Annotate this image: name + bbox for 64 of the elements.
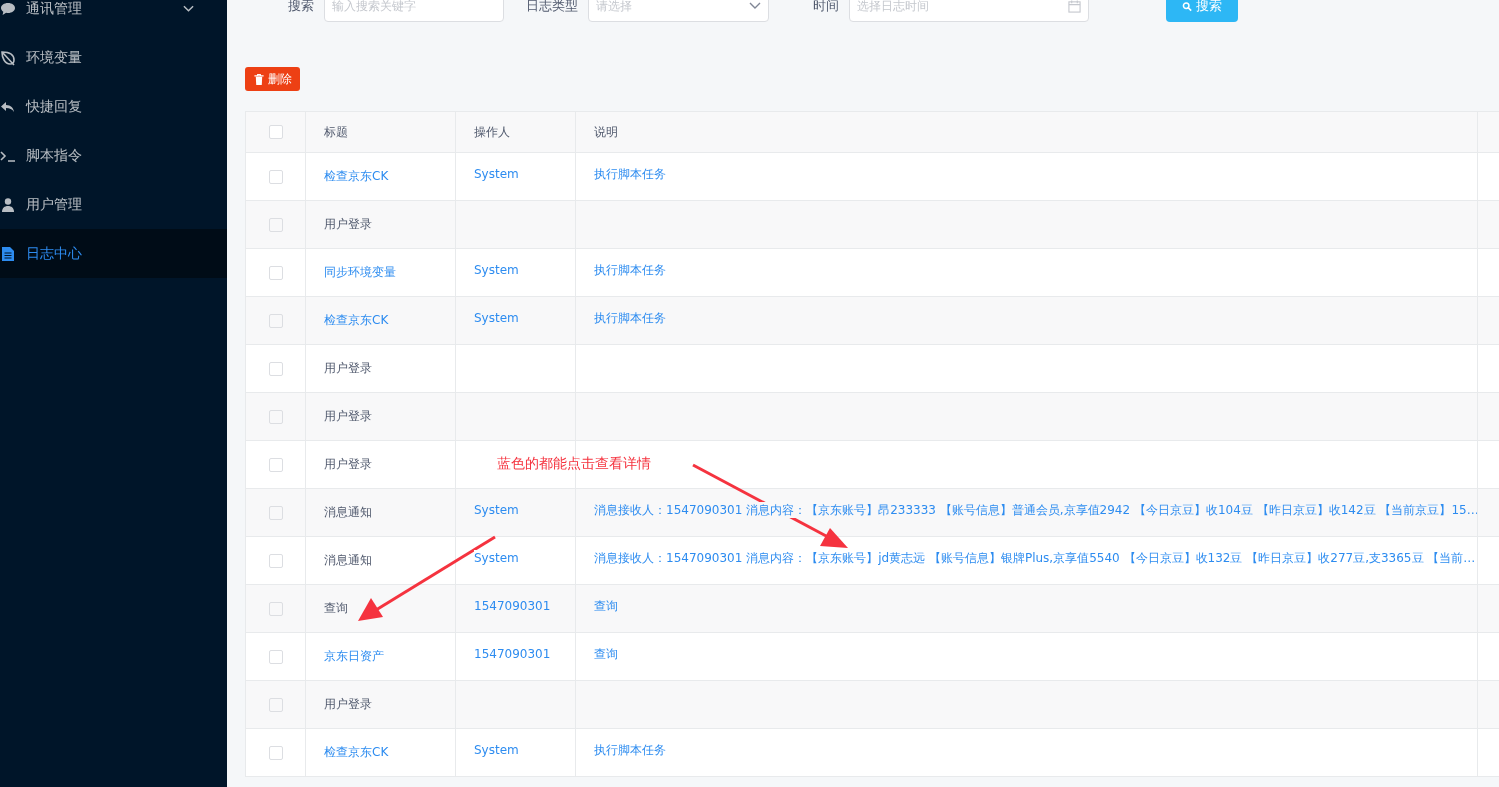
row-checkbox[interactable]	[268, 697, 283, 712]
sidebar-item[interactable]: 日志中心	[0, 229, 227, 278]
row-checkbox[interactable]	[268, 505, 283, 520]
sidebar-item[interactable]: 环境变量	[0, 33, 227, 82]
title-text: 查询	[324, 600, 348, 617]
sidebar-item[interactable]: 快捷回复	[0, 82, 227, 131]
title-text: 消息通知	[324, 504, 372, 521]
operator-link[interactable]: System	[474, 262, 519, 278]
row-checkbox[interactable]	[268, 457, 283, 472]
title-text: 消息通知	[324, 552, 372, 569]
operator-link[interactable]: System	[474, 742, 519, 758]
search-icon	[1182, 0, 1192, 12]
row-checkbox[interactable]	[268, 649, 283, 664]
title-link[interactable]: 检查京东CK	[324, 312, 389, 329]
sidebar-item[interactable]: 脚本指令	[0, 131, 227, 180]
sidebar-item[interactable]: 通讯管理	[0, 0, 227, 33]
operator-link[interactable]: System	[474, 550, 519, 566]
time-label: 时间	[813, 0, 839, 15]
description-link[interactable]: 执行脚本任务	[594, 262, 666, 278]
title-link[interactable]: 同步环境变量	[324, 264, 396, 281]
calendar-icon	[1068, 0, 1081, 13]
operator-link[interactable]: System	[474, 166, 519, 182]
row-checkbox[interactable]	[268, 265, 283, 280]
title-link[interactable]: 检查京东CK	[324, 744, 389, 761]
log-type-label: 日志类型	[526, 0, 578, 15]
document-icon	[0, 245, 16, 262]
sidebar-item[interactable]: 用户管理	[0, 180, 227, 229]
description-link[interactable]: 消息接收人：1547090301 消息内容：【京东账号】jd黄志远 【账号信息】银牌Plus,京享值5540 【今日京豆】收132豆 【昨日京豆】收277豆,支3365豆 【当前…	[594, 550, 1476, 566]
row-checkbox[interactable]	[268, 409, 283, 424]
title-text: 用户登录	[324, 408, 372, 425]
search-button[interactable]: 搜索	[1166, 0, 1238, 22]
description-link[interactable]: 执行脚本任务	[594, 742, 666, 758]
trash-icon	[253, 73, 264, 85]
description-link[interactable]: 查询	[594, 598, 618, 614]
row-checkbox[interactable]	[268, 745, 283, 760]
row-checkbox[interactable]	[268, 601, 283, 616]
row-checkbox[interactable]	[268, 553, 283, 568]
row-checkbox[interactable]	[268, 169, 283, 184]
description-link[interactable]: 消息接收人：1547090301 消息内容：【京东账号】昂233333 【账号信息】普通会员,京享值2942 【今日京豆】收104豆 【昨日京豆】收142豆 【当前京豆】15…	[594, 502, 1477, 518]
leaf-icon	[0, 49, 16, 66]
description-link[interactable]: 查询	[594, 646, 618, 662]
title-link[interactable]: 检查京东CK	[324, 168, 389, 185]
operator-link[interactable]: System	[474, 502, 519, 518]
description-link[interactable]: 执行脚本任务	[594, 310, 666, 326]
chat-bubble-icon	[0, 0, 16, 17]
column-header: 标题	[305, 111, 456, 153]
column-header: 说明	[575, 111, 1478, 153]
title-text: 用户登录	[324, 456, 372, 473]
row-checkbox[interactable]	[268, 313, 283, 328]
title-text: 用户登录	[324, 216, 372, 233]
delete-button[interactable]: 删除	[245, 67, 300, 91]
operator-link[interactable]: System	[474, 310, 519, 326]
title-link[interactable]: 京东日资产	[324, 648, 384, 665]
title-text: 用户登录	[324, 696, 372, 713]
chevron-down-icon	[749, 2, 761, 10]
description-link[interactable]: 执行脚本任务	[594, 166, 666, 182]
title-text: 用户登录	[324, 360, 372, 377]
row-checkbox[interactable]	[268, 217, 283, 232]
search-label: 搜索	[288, 0, 314, 15]
row-checkbox[interactable]	[268, 361, 283, 376]
annotation-text: 蓝色的都能点击查看详情	[497, 455, 651, 473]
select-all-checkbox[interactable]	[268, 125, 283, 140]
column-header: 操作人	[455, 111, 576, 153]
user-icon	[0, 196, 16, 213]
